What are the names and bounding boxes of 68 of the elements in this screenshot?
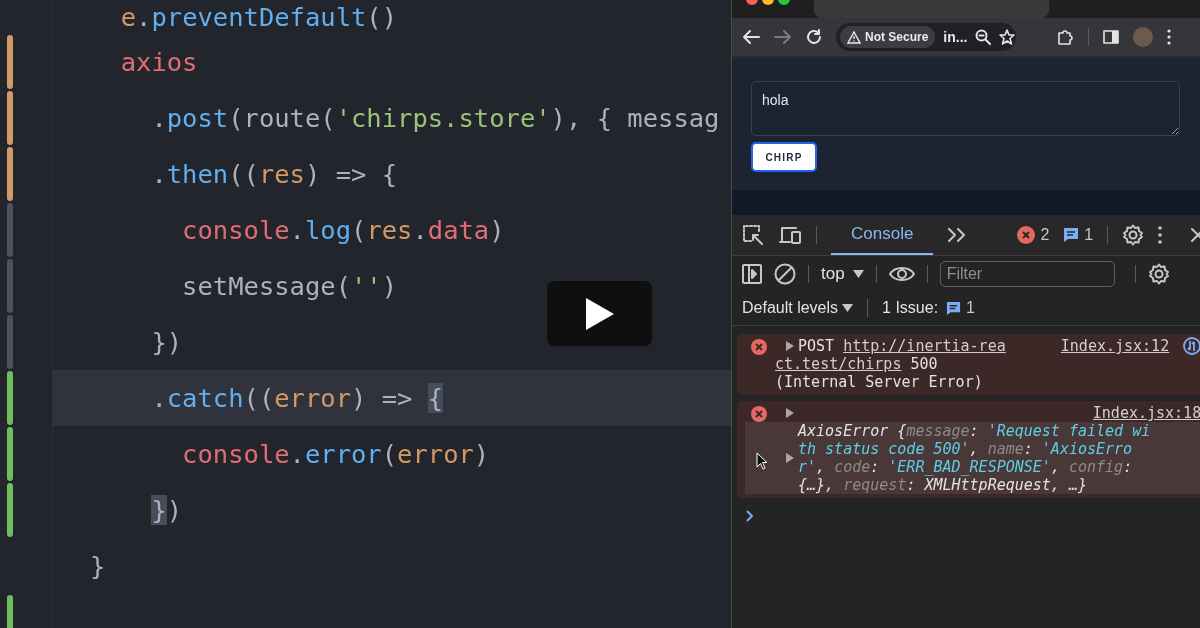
code-line: axios	[119, 46, 198, 79]
chirp-button[interactable]: CHIRP	[751, 142, 817, 172]
settings-icon[interactable]	[1147, 262, 1170, 285]
message-field[interactable]: hola	[751, 81, 1180, 136]
menu-icon[interactable]	[1167, 29, 1171, 45]
source-link[interactable]: Index.jsx:12	[1060, 337, 1170, 355]
error-count: 2	[1040, 226, 1050, 244]
code-line: .then((res) => {	[150, 158, 398, 191]
expand-arrow-icon[interactable]	[785, 453, 794, 463]
code-line: })	[150, 494, 183, 527]
more-options-icon[interactable]	[1158, 226, 1163, 244]
reload-icon[interactable]	[806, 29, 822, 45]
error-icon[interactable]	[1017, 226, 1036, 244]
code-line: }	[90, 550, 106, 583]
console-tab[interactable]: Console	[831, 215, 934, 255]
sidebar-toggle-icon[interactable]	[742, 263, 762, 284]
code-line: .catch((error) => {	[150, 382, 444, 415]
side-panel-icon[interactable]	[1103, 29, 1119, 45]
forward-icon[interactable]	[774, 29, 792, 45]
eye-icon[interactable]	[888, 264, 915, 283]
address-bar[interactable]: Not Secure in...	[836, 23, 1016, 51]
message-text: th status code 500', name: 'AxiosErro	[798, 440, 1133, 458]
message-text: {…}, request: XMLHttpRequest, …}	[798, 476, 1087, 494]
cursor-icon	[756, 452, 768, 470]
more-tabs-icon[interactable]	[947, 228, 968, 242]
clear-console-icon[interactable]	[774, 262, 796, 285]
prompt-icon	[746, 510, 754, 522]
security-chip[interactable]: Not Secure	[840, 26, 936, 48]
network-icon[interactable]	[1183, 337, 1200, 355]
expand-arrow-icon[interactable]	[785, 408, 794, 418]
back-icon[interactable]	[742, 29, 760, 45]
code-line: .post(route('chirps.store'), { messag	[150, 102, 720, 135]
code-line: console.error(error)	[181, 438, 490, 471]
url-link[interactable]: http://inertia-rea	[843, 337, 1006, 355]
source-link[interactable]: Index.jsx:18	[1092, 404, 1200, 422]
context-dropdown[interactable]: top	[821, 263, 864, 284]
caret-icon	[842, 304, 854, 312]
issues-label: 1 Issue:	[882, 299, 939, 317]
url-text: in...	[943, 29, 968, 45]
error-icon	[751, 339, 767, 355]
issues-count: 1	[966, 299, 975, 317]
error-icon	[751, 406, 767, 422]
play-button[interactable]	[547, 281, 652, 346]
settings-icon[interactable]	[1122, 224, 1145, 246]
warning-icon	[847, 30, 861, 44]
zoom-icon[interactable]	[975, 29, 992, 45]
play-icon	[585, 297, 614, 330]
message-icon[interactable]	[1063, 227, 1080, 243]
message-text: AxiosError {message: 'Request failed wi	[798, 422, 1151, 440]
device-icon[interactable]	[778, 225, 802, 245]
levels-dropdown[interactable]: Default levels	[742, 299, 854, 317]
message-text: r', code: 'ERR_BAD_RESPONSE', config:	[798, 458, 1133, 476]
expand-arrow-icon[interactable]	[785, 341, 794, 351]
star-icon[interactable]	[999, 29, 1016, 45]
code-line: e.preventDefault()	[119, 1, 398, 34]
inspect-icon[interactable]	[742, 224, 764, 246]
caret-icon	[852, 269, 864, 278]
message-text: 500	[909, 355, 938, 373]
code-line: console.log(res.data)	[181, 214, 505, 247]
filter-field[interactable]: Filter	[939, 260, 1115, 287]
url-link[interactable]: ct.test/chirps	[775, 355, 902, 373]
code-line: setMessage('')	[181, 270, 398, 303]
code-line: })	[150, 326, 183, 359]
extensions-icon[interactable]	[1056, 28, 1074, 46]
message-count: 1	[1084, 226, 1094, 244]
message-icon[interactable]	[946, 300, 962, 316]
message-text: (Internal Server Error)	[775, 373, 983, 391]
message-text: POST	[798, 337, 836, 355]
